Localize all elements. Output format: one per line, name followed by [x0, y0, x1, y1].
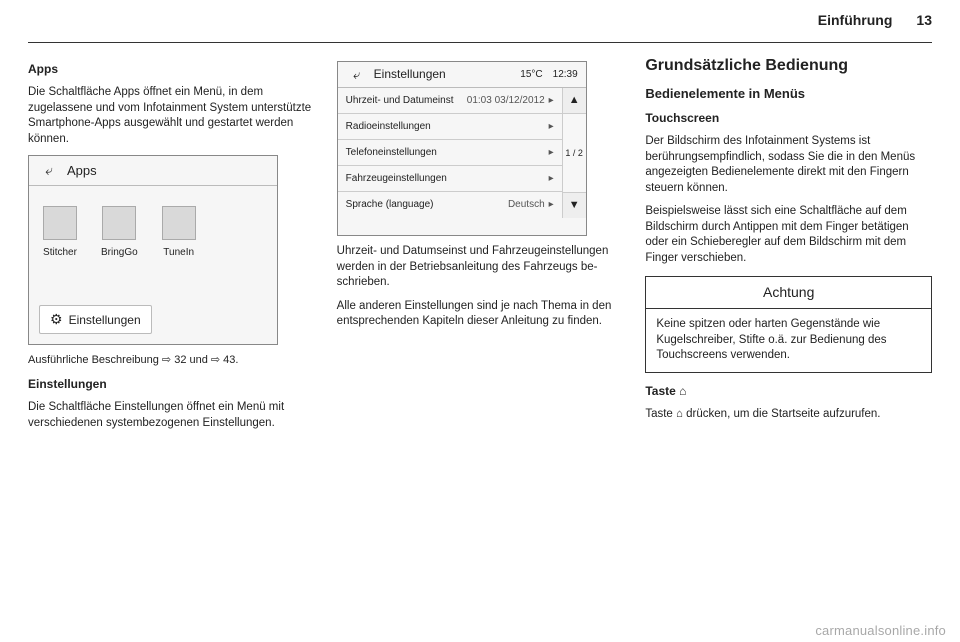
app-label: BringGo: [101, 246, 138, 260]
app-label: TuneIn: [163, 246, 194, 260]
app-icon: [102, 206, 136, 240]
section-title: Grundsätzliche Bedienung: [645, 55, 932, 77]
apps-screenshot: ⤶ Apps Stitcher BringGo TuneIn: [28, 155, 278, 345]
row-label: Sprache (language): [346, 198, 434, 212]
list-item[interactable]: Uhrzeit- und Datumeinst 01:03 03/12/2012…: [338, 88, 562, 114]
column-3: Grundsätzliche Bedienung Bedienelemente …: [645, 55, 932, 439]
touchscreen-para2: Beispielsweise lässt sich eine Schalt­fl…: [645, 204, 932, 266]
xref-text: Ausführliche Beschreibung: [28, 354, 162, 366]
app-item-stitcher[interactable]: Stitcher: [43, 206, 77, 260]
einst-screenshot-title: Einstellungen: [374, 66, 446, 82]
page-header: Einführung 13: [28, 12, 932, 28]
row-value: Deutsch ▸: [508, 198, 554, 212]
chevron-right-icon: ▸: [549, 120, 554, 134]
gear-icon: ⚙: [50, 310, 63, 329]
app-label: Stitcher: [43, 246, 77, 260]
caution-box: Achtung Keine spitzen oder harten Gegen­…: [645, 276, 932, 372]
einst-topbar: ⤶ Einstellungen 15°C 12:39: [338, 62, 586, 88]
subsection-title: Bedienelemente in Menüs: [645, 85, 932, 103]
einstellungen-heading: Einstellungen: [28, 376, 315, 392]
scrollbar: ▲ 1 / 2 ▼: [562, 88, 586, 218]
einst-para1: Uhrzeit- und Datumseinst und Fahr­zeugei…: [337, 244, 624, 291]
scroll-page-indicator: 1 / 2: [563, 114, 586, 192]
watermark: carmanualsonline.info: [815, 623, 946, 638]
list-item[interactable]: Radioeinstellungen ▸: [338, 114, 562, 140]
app-item-bringgo[interactable]: BringGo: [101, 206, 138, 260]
content-columns: Apps Die Schaltfläche Apps öffnet ein Me…: [28, 55, 932, 439]
caution-body: Keine spitzen oder harten Gegen­stände w…: [646, 309, 931, 372]
einstellungen-paragraph: Die Schaltfläche Einstellungen öffnet ei…: [28, 400, 315, 431]
manual-page: Einführung 13 Apps Die Schaltfläche Apps…: [0, 0, 960, 642]
row-label: Uhrzeit- und Datumeinst: [346, 94, 454, 108]
einstellungen-screenshot: ⤶ Einstellungen 15°C 12:39 Uhrzeit- und …: [337, 61, 587, 236]
list-item[interactable]: Fahrzeugeinstellungen ▸: [338, 166, 562, 192]
einst-para2: Alle anderen Einstellungen sind je nach …: [337, 299, 624, 330]
settings-button-label: Einstellungen: [69, 312, 141, 328]
apps-heading: Apps: [28, 61, 315, 77]
row-label: Fahrzeugeinstellungen: [346, 172, 447, 186]
list-item[interactable]: Sprache (language) Deutsch ▸: [338, 192, 562, 218]
taste-paragraph: Taste ⌂ drücken, um die Startseite aufzu…: [645, 407, 932, 423]
chevron-right-icon: ▸: [549, 172, 554, 186]
apps-paragraph: Die Schaltfläche Apps öffnet ein Menü, i…: [28, 85, 315, 147]
apps-crossref: Ausführliche Beschreibung ⇨ 32 und ⇨ 43.: [28, 353, 315, 368]
xref-text: 43.: [220, 354, 238, 366]
column-2: ⤶ Einstellungen 15°C 12:39 Uhrzeit- und …: [337, 55, 624, 439]
app-item-tunein[interactable]: TuneIn: [162, 206, 196, 260]
app-icon: [162, 206, 196, 240]
touchscreen-para1: Der Bildschirm des Infotainment Sys­tems…: [645, 134, 932, 196]
apps-screenshot-title: Apps: [67, 162, 97, 180]
chevron-right-icon: ▸: [549, 146, 554, 160]
row-value-text: 01:03 03/12/2012: [467, 94, 545, 108]
header-rule: [28, 42, 932, 43]
header-title: Einführung: [818, 12, 893, 28]
einst-topbar-right: 15°C 12:39: [520, 68, 577, 82]
status-temp: 15°C: [520, 68, 542, 82]
scroll-up-icon[interactable]: ▲: [563, 88, 586, 114]
row-label: Telefoneinstellungen: [346, 146, 437, 160]
row-value: 01:03 03/12/2012 ▸: [467, 94, 554, 108]
xref-text: 32 und: [171, 354, 211, 366]
app-icon: [43, 206, 77, 240]
touchscreen-heading: Touchscreen: [645, 110, 932, 126]
einst-topbar-left: ⤶ Einstellungen: [346, 66, 446, 82]
row-label: Radioeinstellungen: [346, 120, 431, 134]
scroll-down-icon[interactable]: ▼: [563, 192, 586, 218]
back-icon[interactable]: ⤶: [37, 162, 61, 180]
chevron-right-icon: ▸: [549, 94, 554, 108]
einst-items: Uhrzeit- und Datumeinst 01:03 03/12/2012…: [338, 88, 562, 218]
chevron-right-icon: ▸: [549, 198, 554, 212]
apps-screenshot-topbar: ⤶ Apps: [29, 156, 277, 186]
row-value-text: Deutsch: [508, 198, 545, 212]
settings-button[interactable]: ⚙ Einstellungen: [39, 305, 152, 334]
einst-list: Uhrzeit- und Datumeinst 01:03 03/12/2012…: [338, 88, 586, 218]
column-1: Apps Die Schaltfläche Apps öffnet ein Me…: [28, 55, 315, 439]
taste-heading: Taste ⌂: [645, 383, 932, 399]
status-time: 12:39: [553, 68, 578, 82]
apps-grid: Stitcher BringGo TuneIn: [29, 186, 277, 268]
page-number: 13: [916, 12, 932, 28]
list-item[interactable]: Telefoneinstellungen ▸: [338, 140, 562, 166]
caution-title: Achtung: [646, 277, 931, 309]
back-icon[interactable]: ⤶: [346, 67, 368, 83]
